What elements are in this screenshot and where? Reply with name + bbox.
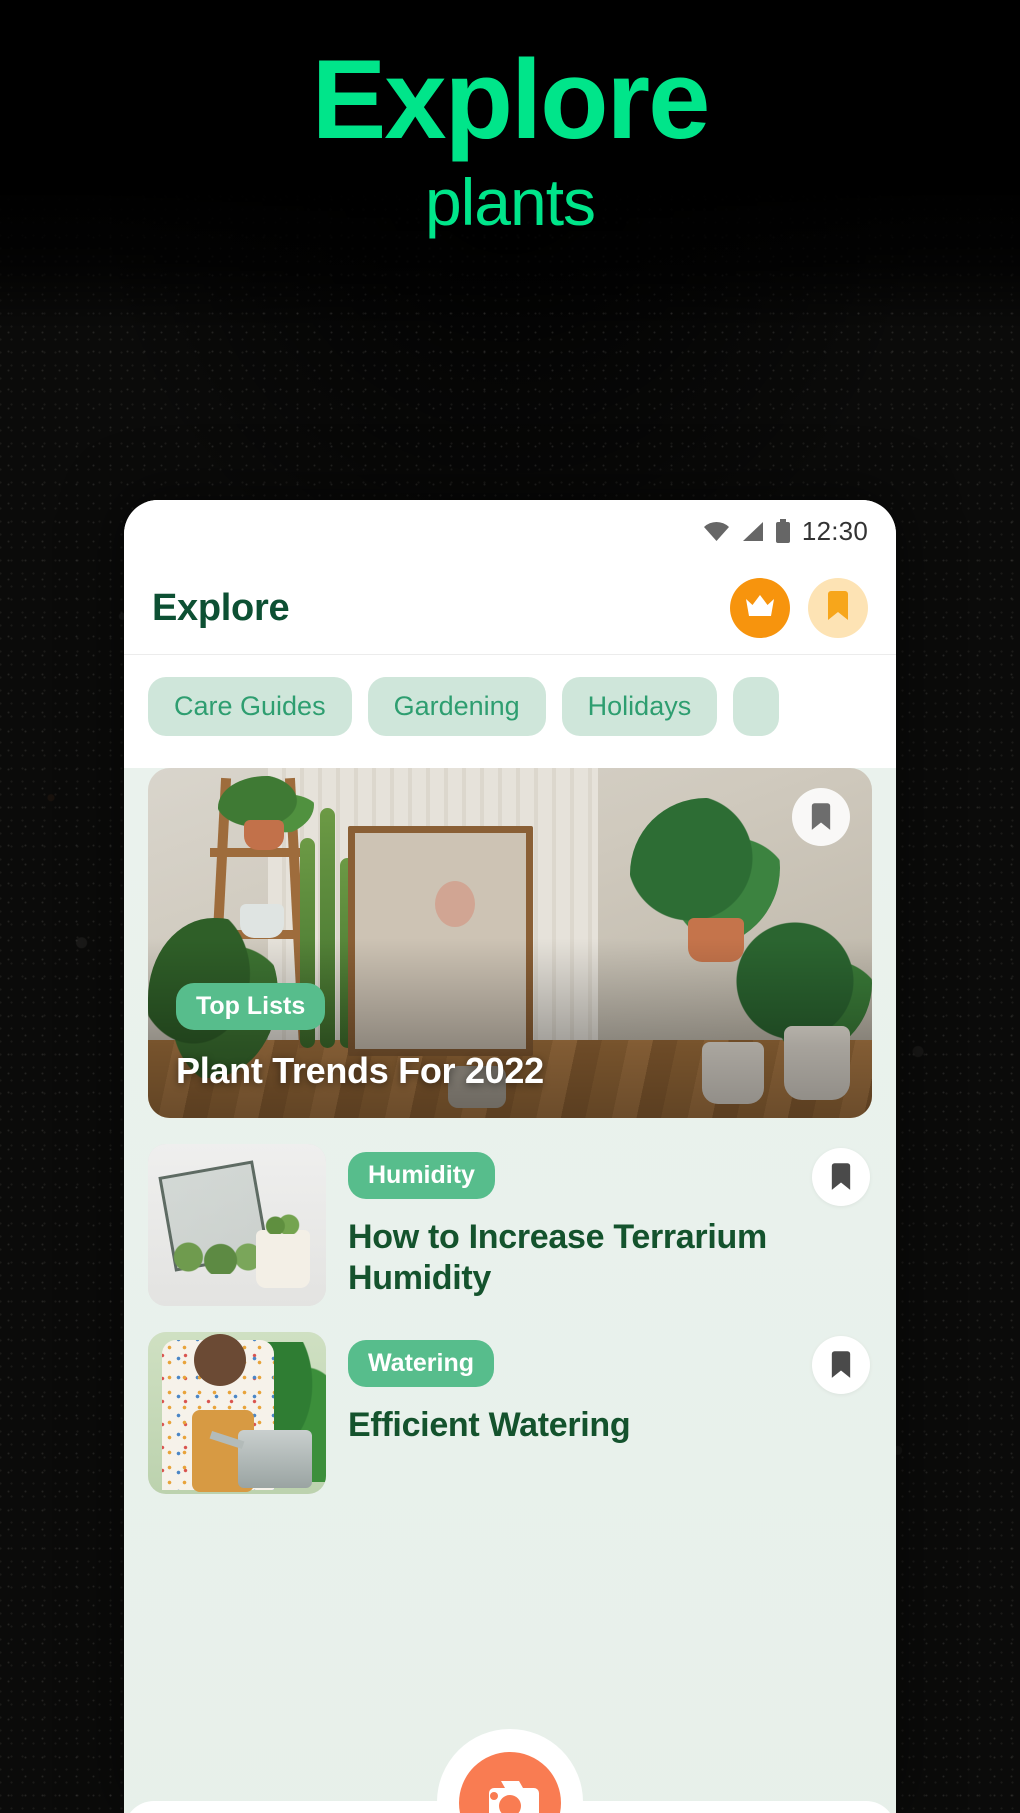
category-chip-gardening[interactable]: Gardening [367,677,546,736]
wifi-icon [703,520,730,542]
content-scroll-area[interactable]: Top Lists Plant Trends For 2022 Humidity… [124,768,896,1813]
crown-icon [744,593,776,624]
phone-mockup: 12:30 Explore Care Guides Gardening Holi… [124,500,896,1813]
hero-heading: Explore plants [0,44,1020,237]
premium-button[interactable] [730,578,790,638]
hero-subtitle: plants [424,165,596,239]
article-title: Efficient Watering [348,1406,631,1444]
cellular-signal-icon [741,521,764,542]
app-bar-actions [730,578,868,638]
category-chip-next[interactable] [733,677,780,736]
hero-title: Explore [311,37,711,162]
status-bar: 12:30 [124,500,896,562]
article-bookmark-button[interactable] [812,1336,870,1394]
article-thumbnail [148,1144,326,1306]
featured-title: Plant Trends For 2022 [176,1050,544,1091]
featured-tag: Top Lists [176,983,326,1030]
bookmark-icon [831,1351,851,1378]
article-tag: Watering [348,1340,495,1387]
category-chip-row[interactable]: Care Guides Gardening Holidays [124,655,896,754]
article-bookmark-button[interactable] [812,1148,870,1206]
bookmark-icon [831,1163,851,1190]
article-row[interactable]: Humidity How to Increase Terrarium Humid… [148,1144,872,1306]
saved-articles-button[interactable] [808,578,868,638]
article-tag: Humidity [348,1152,495,1199]
battery-icon [775,519,791,543]
bookmark-icon [826,590,850,626]
article-text: Humidity How to Increase Terrarium Humid… [348,1144,872,1300]
featured-article-card[interactable]: Top Lists Plant Trends For 2022 [148,768,872,1118]
article-thumbnail [148,1332,326,1494]
category-chip-care-guides[interactable]: Care Guides [148,677,352,736]
article-title: How to Increase Terrarium Humidity [348,1218,767,1298]
category-chip-holidays[interactable]: Holidays [561,677,718,736]
status-bar-time: 12:30 [801,515,868,546]
article-text: Watering Efficient Watering [348,1332,872,1446]
featured-bookmark-button[interactable] [792,788,850,846]
bookmark-icon [811,803,831,830]
page-title: Explore [152,586,290,629]
article-row[interactable]: Watering Efficient Watering [148,1332,872,1494]
app-bar: Explore [124,562,896,654]
camera-icon [481,1777,539,1813]
